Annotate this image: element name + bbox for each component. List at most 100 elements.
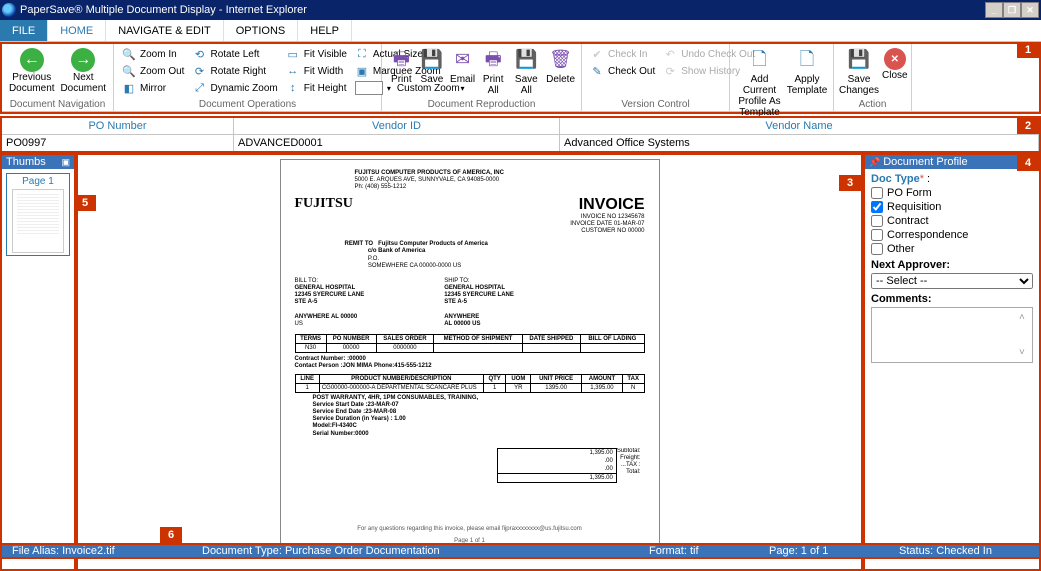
field-header-vendor-name: Vendor Name [560, 118, 1039, 134]
btn-label: Next Document [60, 72, 108, 94]
doc-type-label: Doc Type [871, 173, 920, 185]
group-label-repro: Document Reproduction [388, 98, 575, 111]
custom-zoom-input[interactable] [355, 81, 383, 95]
annotation-marker-3: 3 [839, 175, 861, 191]
thumb-label: Page 1 [22, 176, 54, 187]
comments-label: Comments: [871, 293, 932, 305]
rotate-right-button[interactable]: ⟳Rotate Right [190, 63, 279, 79]
dynamic-zoom-icon: ⤢ [192, 81, 206, 95]
tab-options[interactable]: OPTIONS [224, 20, 299, 41]
thumbs-panel: Thumbs▣ Page 1 5 [0, 153, 76, 571]
profile-title: Document Profile [883, 156, 967, 168]
print-all-button[interactable]: 🖶Print All [480, 46, 507, 96]
fit-height-icon: ↕ [286, 81, 300, 95]
delete-button[interactable]: 🗑Delete [546, 46, 575, 85]
rotate-left-button[interactable]: ⟲Rotate Left [190, 46, 279, 62]
pin-icon[interactable]: ▣ [61, 157, 70, 168]
thumbnail-page-1[interactable]: Page 1 [6, 173, 70, 256]
tab-navigate-edit[interactable]: NAVIGATE & EDIT [106, 20, 224, 41]
fit-width-icon: ↔ [286, 64, 300, 78]
previous-document-button[interactable]: ← Previous Document [8, 46, 56, 94]
next-approver-select[interactable]: -- Select -- [871, 273, 1033, 289]
annotation-marker-5: 5 [74, 195, 96, 211]
tab-home[interactable]: HOME [48, 20, 106, 41]
ie-icon [2, 3, 16, 17]
history-icon: ⟳ [663, 64, 677, 78]
status-bar: File Alias: Invoice2.tif Document Type: … [0, 543, 1041, 559]
btn-label: Previous Document [8, 72, 56, 94]
chk-other[interactable] [871, 243, 883, 255]
undo-icon: ↶ [663, 47, 677, 61]
window-titlebar: PaperSave® Multiple Document Display - I… [0, 0, 1041, 20]
arrow-left-icon: ← [20, 48, 44, 72]
mirror-button[interactable]: ◧Mirror [120, 80, 186, 96]
status-format: Format: tif [639, 545, 759, 557]
template-add-icon: 🗋 [748, 48, 772, 72]
add-template-button[interactable]: 🗋Add Current Profile As Template [736, 46, 783, 118]
delete-icon: 🗑 [549, 48, 573, 72]
chk-correspondence[interactable] [871, 229, 883, 241]
print-button[interactable]: 🖶Print [388, 46, 415, 85]
field-header-po: PO Number [2, 118, 234, 134]
annotation-marker-1: 1 [1017, 42, 1039, 58]
minimize-button[interactable]: _ [985, 2, 1003, 18]
field-value-po: PO0997 [2, 135, 234, 151]
actual-size-icon: ⛶ [355, 47, 369, 61]
close-button[interactable]: ✕Close [882, 46, 908, 81]
save-changes-icon: 💾 [847, 48, 871, 72]
chk-requisition[interactable] [871, 201, 883, 213]
tab-help[interactable]: HELP [298, 20, 352, 41]
window-title: PaperSave® Multiple Document Display - I… [20, 4, 985, 16]
group-label-docops: Document Operations [120, 98, 375, 111]
tab-file[interactable]: FILE [0, 20, 48, 41]
apply-template-button[interactable]: 🗋Apply Template [787, 46, 827, 96]
next-document-button[interactable]: → Next Document [60, 46, 108, 94]
pushpin-icon[interactable]: 📌 [869, 157, 880, 168]
zoom-in-button[interactable]: 🔍Zoom In [120, 46, 186, 62]
email-button[interactable]: ✉Email▾ [449, 46, 476, 94]
print-icon: 🖶 [389, 48, 413, 72]
status-page: Page: 1 of 1 [759, 545, 889, 557]
document-viewer[interactable]: 3 FUJITSU COMPUTER PRODUCTS OF AMERICA, … [76, 153, 863, 571]
save-icon: 💾 [420, 48, 444, 72]
zoom-in-icon: 🔍 [122, 47, 136, 61]
check-out-icon: ✎ [590, 64, 604, 78]
zoom-out-icon: 🔍 [122, 64, 136, 78]
chk-contract[interactable] [871, 215, 883, 227]
menu-bar: FILE HOME NAVIGATE & EDIT OPTIONS HELP [0, 20, 1041, 42]
fit-width-button[interactable]: ↔Fit Width [284, 63, 349, 79]
arrow-right-icon: → [71, 48, 95, 72]
invoice-totals: 1,395.00 .00 .00 1,395.00 [497, 448, 617, 483]
save-button[interactable]: 💾Save [419, 46, 446, 85]
status-file-alias: File Alias: Invoice2.tif [2, 545, 192, 557]
template-apply-icon: 🗋 [795, 48, 819, 72]
zoom-out-button[interactable]: 🔍Zoom Out [120, 63, 186, 79]
field-value-vendor-name: Advanced Office Systems [560, 135, 1039, 151]
save-changes-button[interactable]: 💾Save Changes [840, 46, 878, 96]
group-label-action: Action [840, 98, 905, 111]
ribbon-region: 1 ← Previous Document → Next Document Do… [0, 42, 1041, 114]
invoice-header-table: TERMSPO NUMBERSALES ORDERMETHOD OF SHIPM… [295, 334, 645, 353]
close-icon: ✕ [884, 48, 906, 70]
check-out-button[interactable]: ✎Check Out [588, 63, 657, 79]
fit-height-button[interactable]: ↕Fit Height [284, 80, 349, 96]
save-all-icon: 💾 [514, 48, 538, 72]
dynamic-zoom-button[interactable]: ⤢Dynamic Zoom [190, 80, 279, 96]
comments-textarea[interactable]: ˄˅ [871, 307, 1033, 363]
metadata-fields-region: 2 PO Number Vendor ID Vendor Name PO0997… [0, 116, 1041, 153]
check-in-icon: ✔ [590, 47, 604, 61]
annotation-marker-2: 2 [1017, 118, 1039, 134]
close-window-button[interactable]: ✕ [1021, 2, 1039, 18]
marquee-zoom-icon: ▣ [355, 64, 369, 78]
rotate-left-icon: ⟲ [192, 47, 206, 61]
fit-visible-button[interactable]: ▭Fit Visible [284, 46, 349, 62]
document-page: FUJITSU COMPUTER PRODUCTS OF AMERICA, IN… [280, 159, 660, 559]
fit-visible-icon: ▭ [286, 47, 300, 61]
chk-po-form[interactable] [871, 187, 883, 199]
next-approver-label: Next Approver: [871, 259, 950, 271]
save-all-button[interactable]: 💾Save All [511, 46, 543, 96]
group-label-docnav: Document Navigation [8, 98, 107, 111]
check-in-button[interactable]: ✔Check In [588, 46, 657, 62]
fujitsu-logo: FUJITSU [295, 196, 353, 236]
restore-button[interactable]: ❐ [1003, 2, 1021, 18]
